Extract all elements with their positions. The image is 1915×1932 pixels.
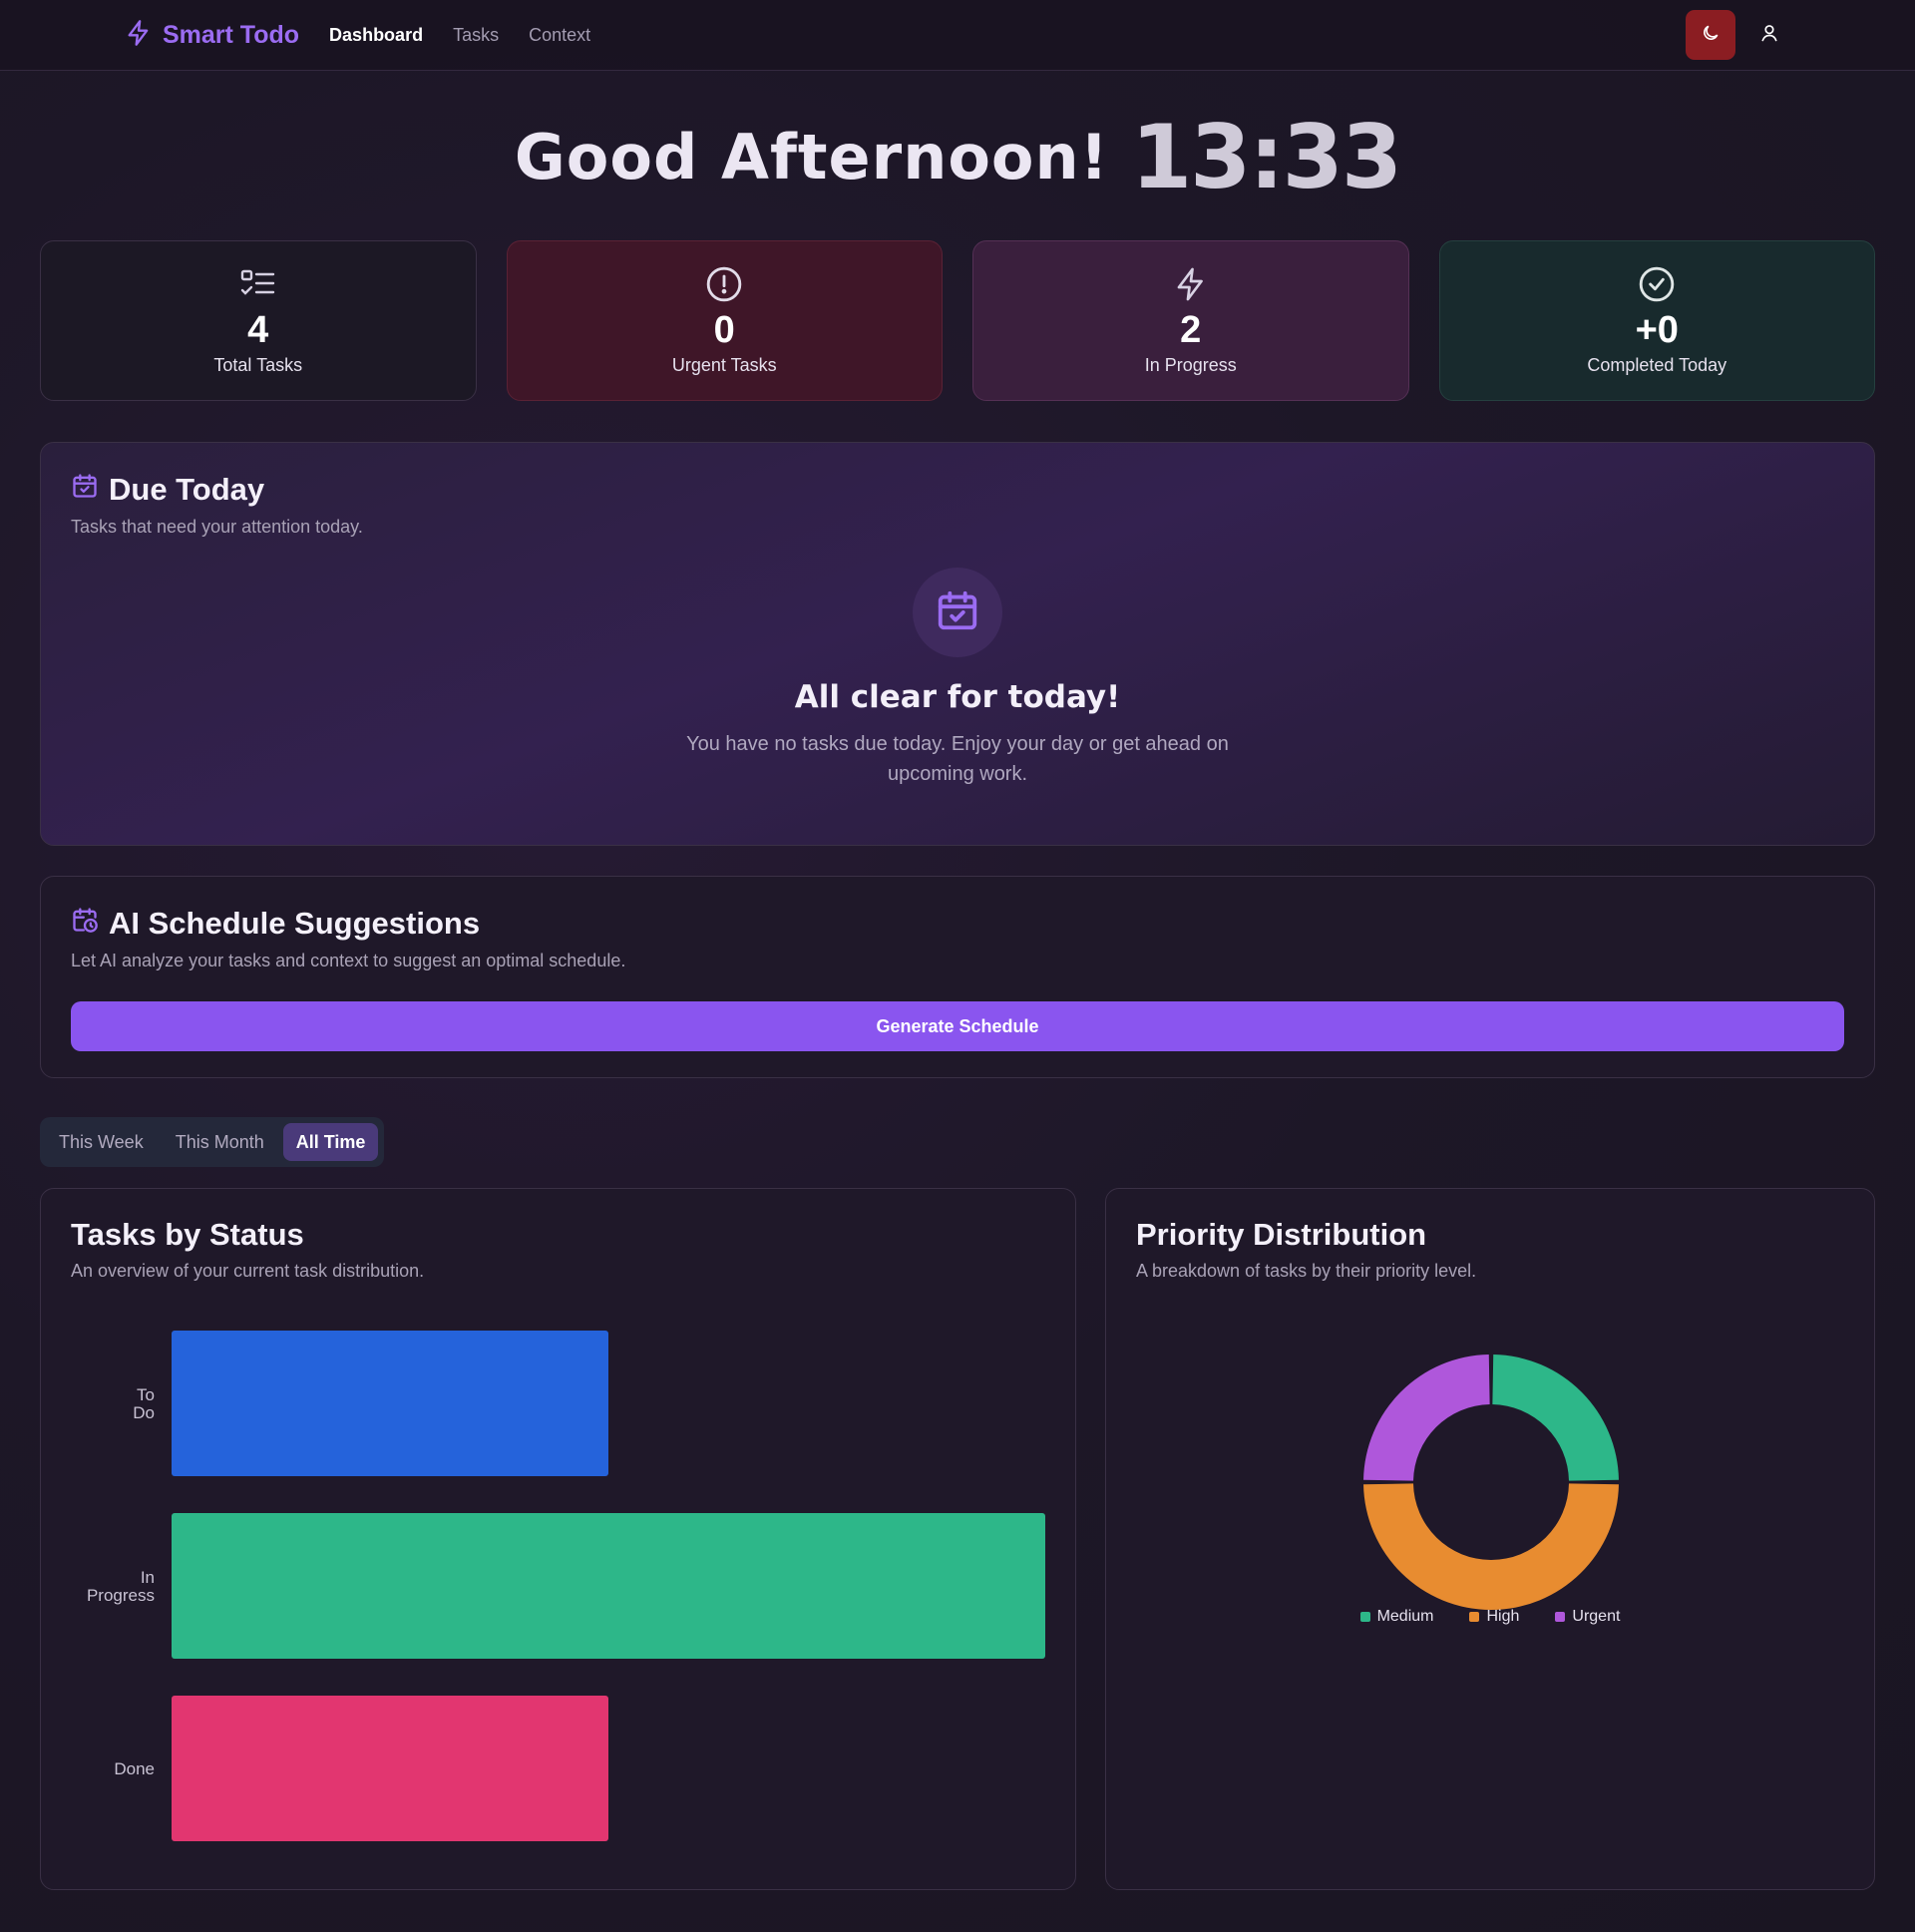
due-today-title: Due Today <box>109 472 265 507</box>
bar-done[interactable] <box>172 1696 608 1841</box>
empty-state-text: You have no tasks due today. Enjoy your … <box>686 733 1229 785</box>
legend-label: High <box>1486 1608 1520 1625</box>
due-today-subtitle: Tasks that need your attention today. <box>71 517 363 537</box>
tab-all-time[interactable]: All Time <box>282 1123 379 1161</box>
legend-swatch <box>1469 1612 1480 1622</box>
ai-schedule-subtitle: Let AI analyze your tasks and context to… <box>71 951 626 970</box>
zap-icon <box>1173 265 1209 303</box>
calendar-check-icon <box>935 586 980 639</box>
card-title: Due Today <box>71 471 1844 509</box>
check-circle-icon <box>1638 265 1676 303</box>
user-menu-button[interactable] <box>1757 23 1781 47</box>
moon-icon <box>1701 23 1721 48</box>
list-checks-icon <box>240 265 276 303</box>
clock-time: 13:33 <box>1130 105 1402 208</box>
calendar-check-icon <box>71 471 99 509</box>
stat-label: Total Tasks <box>213 355 303 375</box>
nav-link-tasks[interactable]: Tasks <box>453 25 499 46</box>
legend-swatch <box>1359 1612 1370 1622</box>
stat-value: 4 <box>247 309 269 351</box>
stat-card-in-progress[interactable]: 2 In Progress <box>972 240 1409 401</box>
nav-actions <box>1686 10 1781 60</box>
tasks-by-status-card: Tasks by Status An overview of your curr… <box>40 1188 1076 1890</box>
legend-item-medium[interactable]: Medium <box>1359 1608 1434 1626</box>
greeting-header: Good Afternoon! 13:33 <box>0 105 1915 208</box>
slice-high[interactable] <box>1363 1483 1619 1611</box>
due-today-card: Due Today Tasks that need your attention… <box>40 442 1875 846</box>
tab-this-month[interactable]: This Month <box>163 1123 277 1161</box>
bar-label: In Progress <box>87 1568 155 1605</box>
legend-swatch <box>1555 1612 1566 1622</box>
slice-medium[interactable] <box>1492 1354 1619 1481</box>
nav-link-context[interactable]: Context <box>529 25 590 46</box>
user-icon <box>1759 23 1779 48</box>
legend-label: Urgent <box>1572 1608 1621 1625</box>
nav-links: Dashboard Tasks Context <box>329 25 590 46</box>
zap-icon <box>125 18 153 53</box>
priority-distribution-card: Priority Distribution A breakdown of tas… <box>1105 1188 1875 1890</box>
bar-to-do[interactable] <box>172 1331 608 1476</box>
brand[interactable]: Smart Todo <box>125 18 299 53</box>
empty-state-badge <box>913 568 1002 657</box>
stat-value: 2 <box>1180 309 1202 351</box>
stat-value: 0 <box>713 309 735 351</box>
greeting-text: Good Afternoon! <box>514 120 1109 193</box>
stat-label: Urgent Tasks <box>671 355 777 375</box>
status-bar-chart: To Do In Progress Done <box>87 1331 1045 1841</box>
stat-label: In Progress <box>1144 355 1237 375</box>
generate-schedule-button[interactable]: Generate Schedule <box>71 1001 1844 1051</box>
empty-state: All clear for today! You have no tasks d… <box>71 568 1844 789</box>
brand-name: Smart Todo <box>163 20 300 49</box>
time-range-tabs: This Week This Month All Time <box>40 1117 385 1167</box>
stats-row: 4 Total Tasks 0 Urgent Tasks 2 In Progre… <box>40 240 1875 401</box>
tab-this-week[interactable]: This Week <box>46 1123 157 1161</box>
stat-card-completed[interactable]: +0 Completed Today <box>1438 240 1875 401</box>
nav-link-dashboard[interactable]: Dashboard <box>329 25 423 46</box>
bar-label: To Do <box>133 1385 155 1422</box>
top-navbar: Smart Todo Dashboard Tasks Context <box>0 0 1915 71</box>
bar-label: Done <box>114 1759 155 1778</box>
theme-toggle-button[interactable] <box>1686 10 1735 60</box>
slice-urgent[interactable] <box>1363 1354 1490 1481</box>
alert-circle-icon <box>705 265 743 303</box>
legend-label: Medium <box>1376 1608 1434 1625</box>
calendar-clock-icon <box>71 905 99 943</box>
priority-donut-chart <box>1363 1354 1619 1611</box>
bar-in-progress[interactable] <box>172 1513 1045 1659</box>
stat-card-total[interactable]: 4 Total Tasks <box>40 240 477 401</box>
stat-value: +0 <box>1635 309 1679 351</box>
stat-card-urgent[interactable]: 0 Urgent Tasks <box>506 240 943 401</box>
empty-state-title: All clear for today! <box>794 679 1121 715</box>
legend-item-high[interactable]: High <box>1469 1608 1519 1626</box>
legend-item-urgent[interactable]: Urgent <box>1555 1608 1620 1626</box>
ai-schedule-card: AI Schedule Suggestions Let AI analyze y… <box>40 876 1875 1078</box>
ai-schedule-title: AI Schedule Suggestions <box>109 906 481 941</box>
card-title: AI Schedule Suggestions <box>71 905 1844 943</box>
stat-label: Completed Today <box>1587 355 1727 375</box>
chart-legend: Medium High Urgent <box>1106 1608 1874 1626</box>
